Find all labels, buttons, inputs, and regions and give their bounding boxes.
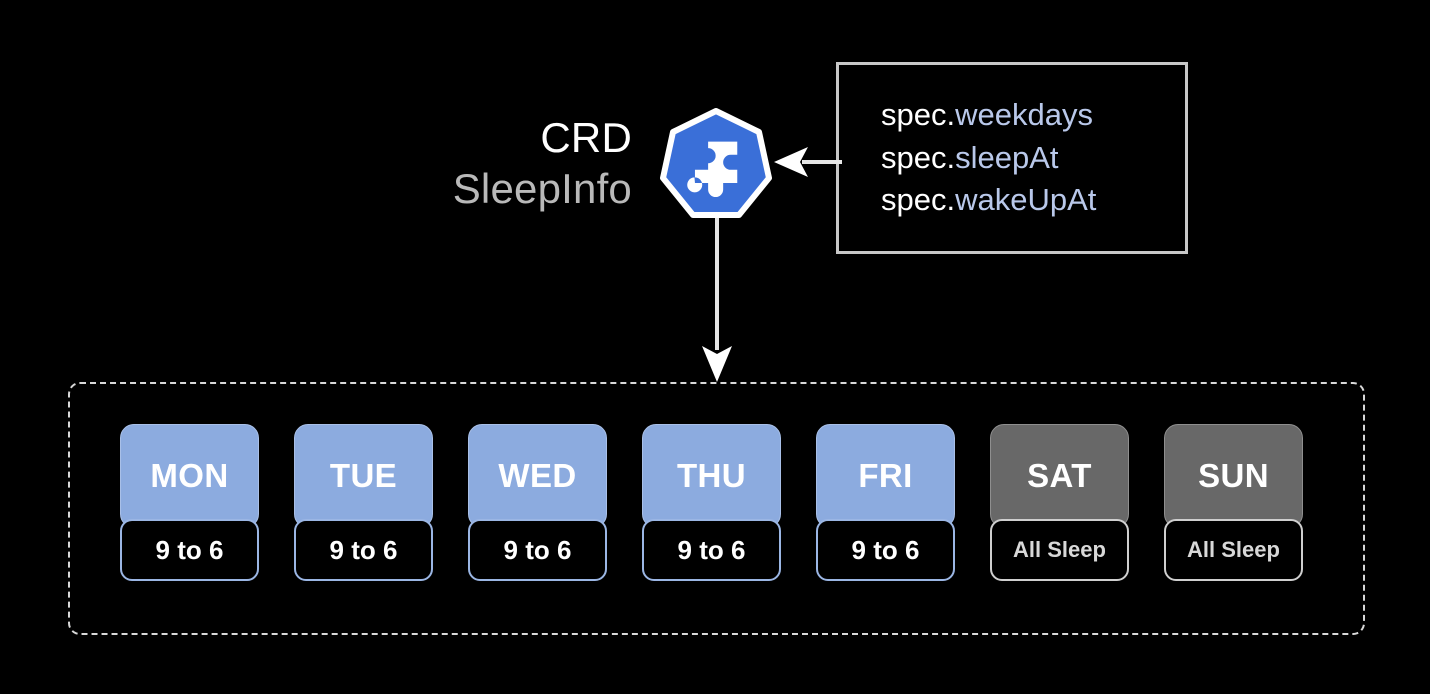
crd-label-name: SleepInfo bbox=[452, 165, 632, 213]
day-schedule-chip: 9 to 6 bbox=[642, 519, 781, 581]
spec-prefix: spec. bbox=[881, 96, 956, 132]
day-name: SAT bbox=[1027, 457, 1092, 494]
kubernetes-crd-puzzle-icon bbox=[660, 108, 772, 220]
day-schedule-chip: All Sleep bbox=[1164, 519, 1303, 581]
day-name: TUE bbox=[329, 457, 398, 494]
day-card-thu[interactable]: THU 9 to 6 bbox=[642, 424, 781, 594]
spec-prefix: spec. bbox=[881, 182, 956, 218]
crd-label-kind: CRD bbox=[540, 114, 632, 161]
day-schedule-label: 9 to 6 bbox=[329, 534, 398, 565]
spec-line-sleepat: spec.sleepAt bbox=[881, 137, 1185, 180]
spec-property: weekdays bbox=[955, 96, 1093, 132]
spec-prefix: spec. bbox=[881, 139, 956, 175]
day-card-wed[interactable]: WED 9 to 6 bbox=[468, 424, 607, 594]
arrow-spec-to-crd bbox=[774, 147, 842, 177]
spec-fields-box: spec.weekdays spec.sleepAt spec.wakeUpAt bbox=[836, 62, 1188, 254]
spec-property: wakeUpAt bbox=[955, 182, 1097, 218]
day-name: FRI bbox=[858, 457, 913, 494]
day-name: WED bbox=[498, 457, 577, 494]
day-card-tue[interactable]: TUE 9 to 6 bbox=[294, 424, 433, 594]
day-schedule-label: 9 to 6 bbox=[851, 534, 920, 565]
day-schedule-label: All Sleep bbox=[1013, 537, 1106, 562]
day-schedule-label: 9 to 6 bbox=[677, 534, 746, 565]
day-card-fri[interactable]: FRI 9 to 6 bbox=[816, 424, 955, 594]
day-name: SUN bbox=[1198, 457, 1269, 494]
day-head: THU bbox=[642, 424, 781, 528]
spec-property: sleepAt bbox=[955, 139, 1059, 175]
days-row: MON 9 to 6 TUE 9 to 6 WED 9 to 6 THU 9 t… bbox=[120, 424, 1314, 594]
day-schedule-chip: 9 to 6 bbox=[468, 519, 607, 581]
day-schedule-chip: All Sleep bbox=[990, 519, 1129, 581]
day-schedule-label: 9 to 6 bbox=[503, 534, 572, 565]
day-card-sun[interactable]: SUN All Sleep bbox=[1164, 424, 1303, 594]
day-head: MON bbox=[120, 424, 259, 528]
day-schedule-label: All Sleep bbox=[1187, 537, 1280, 562]
day-head: SAT bbox=[990, 424, 1129, 528]
day-name: THU bbox=[676, 457, 747, 494]
arrow-crd-to-week bbox=[702, 218, 732, 382]
day-card-mon[interactable]: MON 9 to 6 bbox=[120, 424, 259, 594]
day-head: SUN bbox=[1164, 424, 1303, 528]
spec-line-wakeupat: spec.wakeUpAt bbox=[881, 179, 1185, 222]
day-name: MON bbox=[150, 457, 229, 494]
day-card-sat[interactable]: SAT All Sleep bbox=[990, 424, 1129, 594]
day-head: FRI bbox=[816, 424, 955, 528]
day-head: TUE bbox=[294, 424, 433, 528]
day-schedule-chip: 9 to 6 bbox=[294, 519, 433, 581]
day-head: WED bbox=[468, 424, 607, 528]
day-schedule-chip: 9 to 6 bbox=[816, 519, 955, 581]
spec-line-weekdays: spec.weekdays bbox=[881, 94, 1185, 137]
day-schedule-label: 9 to 6 bbox=[155, 534, 224, 565]
crd-label: CRD SleepInfo bbox=[400, 112, 632, 214]
day-schedule-chip: 9 to 6 bbox=[120, 519, 259, 581]
